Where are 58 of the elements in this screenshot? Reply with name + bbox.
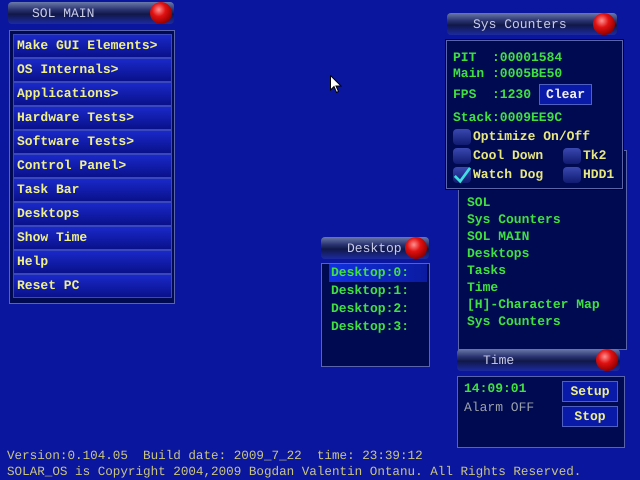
menu-item[interactable]: Hardware Tests> (13, 106, 172, 130)
task-item[interactable]: [H]-Character Map (467, 296, 600, 313)
checkbox-label: Tk2 (583, 148, 606, 163)
window-title: SOL MAIN (32, 6, 94, 20)
footer-text: Version:0.104.05 Build date: 2009_7_22 time: 23:39:12 (7, 448, 424, 464)
checkbox-label: Cool Down (473, 148, 544, 163)
menu-item[interactable]: Control Panel> (13, 154, 172, 178)
menu-item[interactable]: Show Time (13, 226, 172, 250)
task-item[interactable]: Tasks (467, 262, 600, 279)
checkbox[interactable] (453, 148, 471, 164)
counter-text: Stack:0009EE9C (453, 110, 562, 124)
task-item[interactable]: SOL MAIN (467, 228, 600, 245)
window-titlebar[interactable]: SOL MAIN (8, 2, 174, 24)
counter-text: FPS :1230 (453, 86, 532, 102)
time-button[interactable]: Stop (562, 406, 618, 427)
checkbox[interactable] (563, 148, 581, 164)
counter-text: PIT :00001584 (453, 50, 562, 64)
mouse-pointer-icon (330, 75, 342, 94)
checkbox[interactable] (453, 128, 471, 144)
task-item[interactable]: Time (467, 279, 600, 296)
desktop-item[interactable]: Desktop:0: (329, 264, 427, 282)
task-item[interactable]: SOL (467, 194, 600, 211)
task-item[interactable]: Sys Counters (467, 313, 600, 330)
task-item[interactable]: Sys Counters (467, 211, 600, 228)
menu-item[interactable]: Desktops (13, 202, 172, 226)
checkbox[interactable] (563, 166, 581, 182)
close-button[interactable] (150, 2, 172, 24)
desktop-item[interactable]: Desktop:1: (329, 282, 427, 300)
desktop-item[interactable]: Desktop:3: (329, 318, 427, 336)
window-titlebar[interactable]: Time (457, 349, 620, 371)
menu-item[interactable]: Task Bar (13, 178, 172, 202)
menu-item[interactable]: Reset PC (13, 274, 172, 298)
close-button[interactable] (596, 349, 618, 371)
close-button[interactable] (405, 237, 427, 259)
task-item[interactable]: Desktops (467, 245, 600, 262)
footer-text: SOLAR_OS is Copyright 2004,2009 Bogdan Valentin Ontanu. All Rights Reserved. (7, 464, 582, 480)
window-titlebar[interactable]: Sys Counters (447, 13, 617, 35)
clock-text: 14:09:01 (464, 381, 528, 396)
checkbox-label: Optimize On/Off (473, 129, 590, 144)
desktop-item[interactable]: Desktop:2: (329, 300, 427, 318)
checkbox-label: HDD1 (583, 167, 614, 182)
window-title: Time (483, 352, 514, 368)
counter-text: Main :0005BE50 (453, 66, 562, 80)
time-button[interactable]: Setup (562, 381, 618, 402)
menu-item[interactable]: Help (13, 250, 172, 274)
menu-item[interactable]: Applications> (13, 82, 172, 106)
menu-item[interactable]: Software Tests> (13, 130, 172, 154)
close-button[interactable] (593, 13, 615, 35)
window-titlebar[interactable]: Desktop (321, 237, 429, 259)
alarm-status: Alarm OFF (464, 400, 534, 415)
menu-item[interactable]: OS Internals> (13, 58, 172, 82)
menu-item[interactable]: Make GUI Elements> (13, 34, 172, 58)
checkbox[interactable] (453, 166, 471, 182)
window-title: Sys Counters (473, 16, 567, 32)
clear-button[interactable]: Clear (539, 84, 592, 104)
checkbox-label: Watch Dog (473, 167, 544, 182)
window-title: Desktop (347, 240, 402, 256)
check-icon (453, 166, 471, 184)
